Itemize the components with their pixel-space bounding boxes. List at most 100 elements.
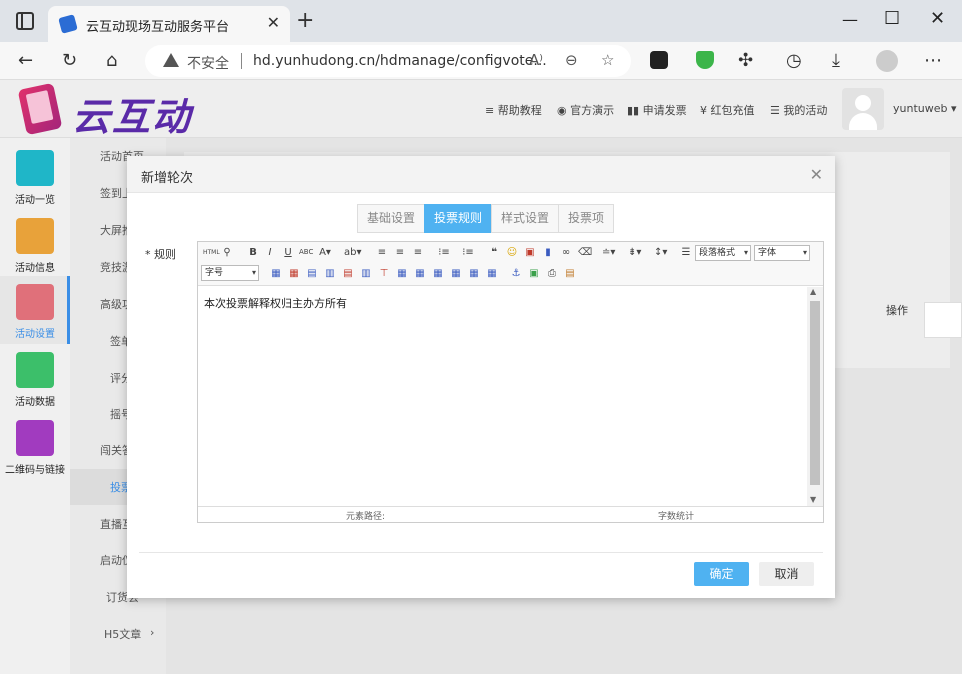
url-field[interactable]: 不安全 hd.yunhudong.cn/hdmanage/configvote.… [145,45,631,77]
insert-col-icon[interactable]: ▥ [324,268,336,279]
align-left-icon[interactable]: ≡ [376,247,388,258]
user-menu[interactable]: yuntuweb ▾ [893,102,957,115]
split-cols-icon[interactable]: ▦ [468,268,480,279]
gear-icon [16,284,54,320]
my-activity-link[interactable]: ☰ 我的活动 [770,102,827,118]
scroll-thumb[interactable] [810,301,820,485]
zoom-icon[interactable]: ⊖ [565,51,578,69]
dialog-footer-divider [139,552,823,553]
table-props-icon[interactable]: ▦ [486,268,498,279]
insert-image-icon[interactable]: ▣ [528,268,540,279]
tab-close-icon[interactable]: ✕ [267,13,280,32]
invoice-link[interactable]: ▮▮ 申请发票 [627,102,687,118]
merge-cells-icon[interactable]: ⊤ [378,268,390,279]
url-text[interactable]: hd.yunhudong.cn/hdmanage/configvote... [253,53,547,69]
delete-col-icon[interactable]: ▥ [360,268,372,279]
sidebar-item-qrcode[interactable]: 二维码与链接 [0,412,70,480]
highlight-icon[interactable]: ab▾ [344,247,362,258]
font-family-select[interactable]: 字体 [754,245,810,261]
table-icon[interactable]: ▦ [270,268,282,279]
underline-icon[interactable]: U [282,247,294,258]
avatar[interactable] [842,88,884,130]
line-height-icon[interactable]: ↕▾ [654,247,667,258]
download-icon[interactable]: ⤓ [832,50,840,71]
cancel-button[interactable]: 取消 [759,562,814,586]
scroll-down-icon[interactable]: ▼ [810,495,816,504]
subnav-item[interactable]: H5文章 › [70,616,166,652]
tab-actions-icon[interactable] [16,12,34,30]
delete-table-icon[interactable]: ▦ [288,268,300,279]
help-link[interactable]: ≡ 帮助教程 [485,102,542,118]
tab-basic[interactable]: 基础设置 [357,204,426,233]
editor-scrollbar[interactable]: ▲ ▼ [807,287,823,506]
media-icon[interactable]: ▮ [542,247,554,258]
shield-icon[interactable] [696,51,714,69]
sidebar-item-settings[interactable]: 活动设置 [0,276,70,344]
history-icon[interactable]: ◷ [786,50,802,71]
sidebar-item-data[interactable]: 活动数据 [0,344,70,412]
recharge-link[interactable]: ¥ 红包充值 [700,102,755,118]
read-aloud-icon[interactable]: A⁾ [529,51,543,69]
format-icon[interactable]: ☰ [680,247,692,258]
align-right-icon[interactable]: ≡ [412,247,424,258]
sidebar-item-info[interactable]: 活动信息 [0,210,70,278]
security-label[interactable]: 不安全 [187,53,229,73]
image-icon[interactable]: ▣ [524,247,536,258]
paste-icon[interactable]: ▤ [564,268,576,279]
preview-icon[interactable]: ⚲ [221,247,233,258]
anchor-icon[interactable]: ⚓ [510,268,522,279]
window-close-icon[interactable]: ✕ [930,8,945,29]
dialog-title: 新增轮次 [141,171,194,186]
unordered-list-icon[interactable]: ⁝≡ [462,247,474,258]
extension-icon[interactable] [650,51,668,69]
italic-icon[interactable]: I [264,247,276,258]
insert-row-icon[interactable]: ▤ [306,268,318,279]
delete-row-icon[interactable]: ▤ [342,268,354,279]
editor-statusbar: 元素路径: 字数统计 [198,506,823,522]
font-color-icon[interactable]: A▾ [319,247,331,258]
font-size-select[interactable]: 字号 [201,265,259,281]
blockquote-icon[interactable]: ❝ [488,247,500,258]
rich-text-editor: HTML ⚲ B I U ABC A▾ ab▾ ≡ ≡ ≡ ⁝≡ ⁝≡ ❝ ☺ … [197,241,824,523]
close-icon[interactable]: ✕ [810,165,823,184]
scroll-up-icon[interactable]: ▲ [810,287,816,296]
browser-tab[interactable]: 云互动现场互动服务平台 ✕ [48,6,290,42]
paragraph-spacing-icon[interactable]: ⇟▾ [628,247,641,258]
eraser-icon[interactable]: ⌫ [578,247,592,258]
strikethrough-icon[interactable]: ABC [299,247,313,258]
tab-vote-items[interactable]: 投票项 [558,204,615,233]
sidebar: 活动一览 活动信息 活动设置 活动数据 二维码与链接 [0,138,70,674]
profile-icon[interactable] [876,50,898,72]
back-icon[interactable]: ← [18,50,33,71]
indent-icon[interactable]: ≐▾ [602,247,615,258]
confirm-button[interactable]: 确定 [694,562,749,586]
favorite-icon[interactable]: ☆ [601,51,614,69]
refresh-icon[interactable]: ↻ [62,50,77,71]
align-center-icon[interactable]: ≡ [394,247,406,258]
split-cells-icon[interactable]: ▦ [396,268,408,279]
editor-content-area[interactable]: 本次投票解释权归主办方所有 [198,287,807,506]
demo-link[interactable]: ◉ 官方演示 [557,102,614,118]
ordered-list-icon[interactable]: ⁝≡ [438,247,450,258]
tab-style[interactable]: 样式设置 [491,204,560,233]
emoji-icon[interactable]: ☺ [506,247,518,258]
print-icon[interactable]: ⎙ [546,268,558,279]
home-icon[interactable]: ⌂ [106,50,117,71]
merge-right-icon[interactable]: ▦ [414,268,426,279]
sidebar-item-overview[interactable]: 活动一览 [0,142,70,210]
more-icon[interactable]: ⋯ [924,50,942,71]
link-icon[interactable]: ∞ [560,247,572,258]
html-source-icon[interactable]: HTML [203,247,220,258]
paragraph-format-select[interactable]: 段落格式 [695,245,751,261]
minimize-icon[interactable]: — [842,10,858,29]
warning-icon[interactable] [163,53,179,67]
sidebar-item-label: 二维码与链接 [5,465,65,476]
maximize-icon[interactable]: ☐ [884,8,900,29]
tab-vote-rules[interactable]: 投票规则 [424,204,493,233]
new-tab-icon[interactable]: + [296,10,314,32]
bold-icon[interactable]: B [247,247,259,258]
merge-down-icon[interactable]: ▦ [432,268,444,279]
puzzle-icon[interactable]: ✣ [738,50,753,71]
split-rows-icon[interactable]: ▦ [450,268,462,279]
qrcode-float-button[interactable] [924,302,962,338]
